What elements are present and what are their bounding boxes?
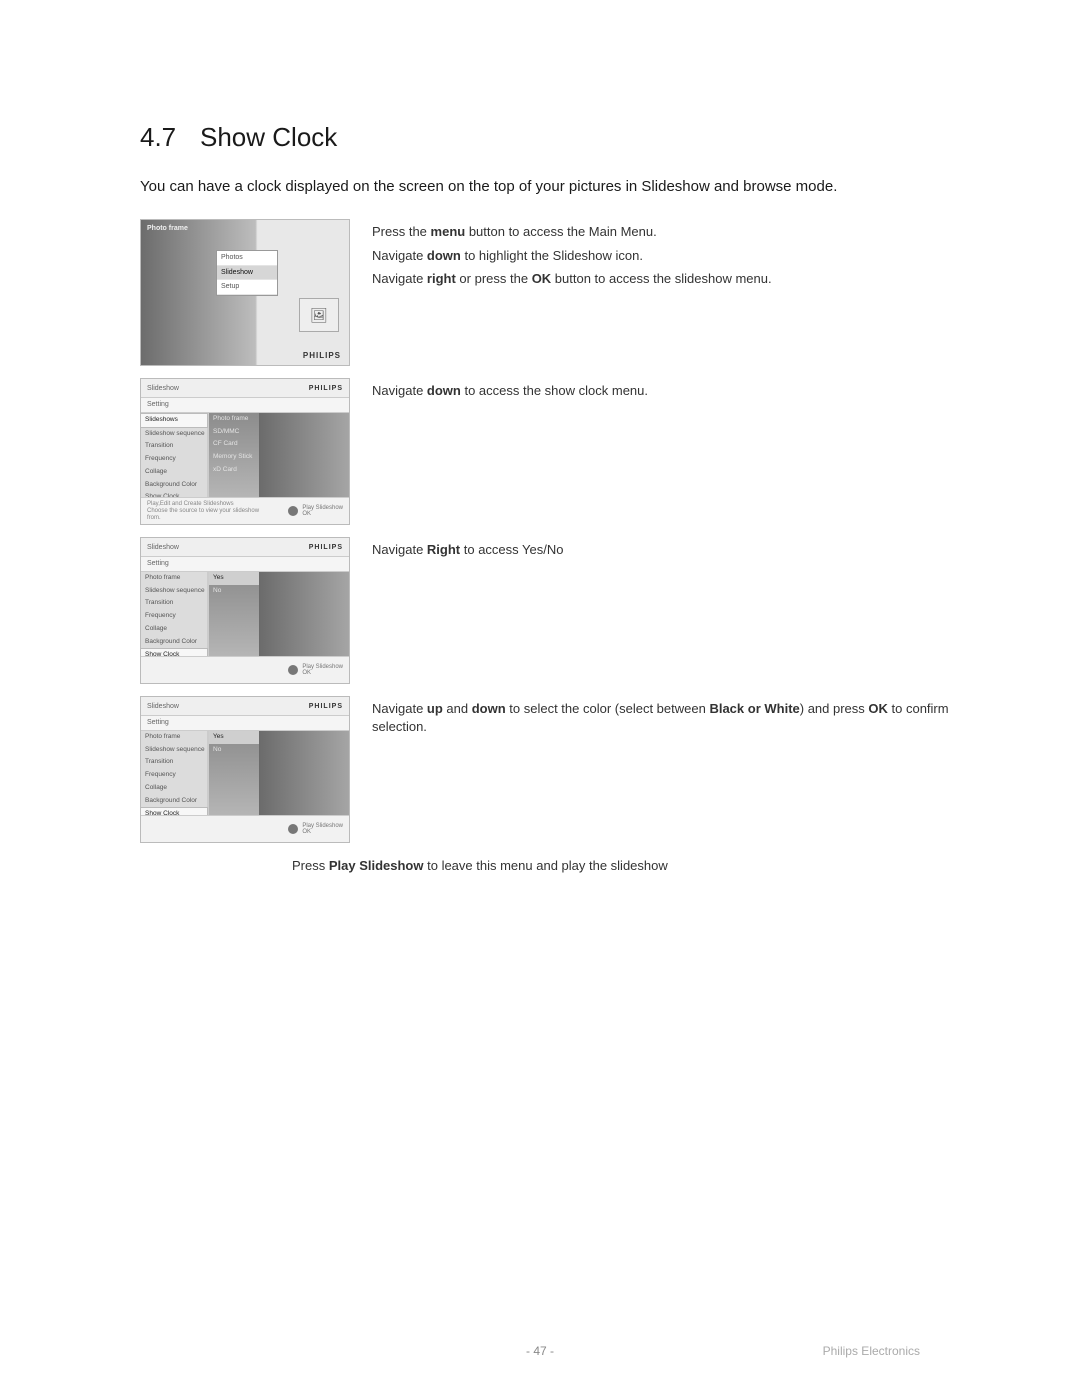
list-item: Photo frame [141,572,207,585]
left-list: Photo frame Slideshow sequence Transitio… [141,572,209,657]
ok-icon [288,824,298,834]
section-title: Show Clock [200,122,337,152]
step-block-4: SlideshowPHILIPS Setting Photo frame Sli… [140,696,980,843]
philips-logo: PHILIPS [303,351,341,362]
list-item: Yes [209,731,259,744]
list-item: Background Color [141,795,207,808]
list-item: Slideshows [140,413,208,428]
manual-page: 4.7Show Clock You can have a clock displ… [0,0,1080,1397]
list-item: Photo frame [209,413,259,426]
step-text-4: Navigate up and down to select the color… [372,696,980,741]
list-item: SD/MMC [209,426,259,439]
menu-item-slideshow: Slideshow [217,266,277,280]
page-footer: - 47 - Philips Electronics [0,1343,1080,1359]
step-block-1: Photo frame Photos Slideshow Setup 🖼 PHI… [140,219,980,366]
list-item: Slideshow sequence [141,744,207,757]
step-text-3: Navigate Right to access Yes/No [372,537,980,565]
step-text-2: Navigate down to access the show clock m… [372,378,980,406]
step-block-3: SlideshowPHILIPS Setting Photo frame Sli… [140,537,980,684]
list-item: Memory Stick [209,451,259,464]
mid-list: Photo frame SD/MMC CF Card Memory Stick … [209,413,259,498]
list-item: Collage [141,782,207,795]
list-item: Frequency [141,610,207,623]
menu-item-photos: Photos [217,251,277,265]
picture-icon: 🖼 [310,306,328,325]
thumb-header: Photo frame [147,224,188,233]
intro-paragraph: You can have a clock displayed on the sc… [140,177,900,197]
preview-icon: 🖼 [299,298,339,332]
mid-list: Yes No [209,731,259,816]
list-item: xD Card [209,464,259,477]
ok-icon [288,506,298,516]
thumbnail-slideshows: SlideshowPHILIPS Setting Slideshows Slid… [140,378,350,525]
list-item: Collage [141,623,207,636]
list-item: Slideshow sequence [141,428,207,441]
list-item: Yes [209,572,259,585]
list-item: No [209,744,259,757]
section-number: 4.7 [140,120,200,155]
list-item: CF Card [209,438,259,451]
thumbnail-yesno: SlideshowPHILIPS Setting Photo frame Sli… [140,537,350,684]
list-item: Background Color [141,636,207,649]
list-item: Slideshow sequence [141,585,207,598]
list-item: Frequency [141,769,207,782]
step-text-1: Press the menu button to access the Main… [372,219,980,294]
thumbnail-color: SlideshowPHILIPS Setting Photo frame Sli… [140,696,350,843]
list-item: Frequency [141,453,207,466]
footer-brand: Philips Electronics [823,1343,920,1359]
main-menu-panel: Photos Slideshow Setup [216,250,278,295]
list-item: Photo frame [141,731,207,744]
list-item: Transition [141,440,207,453]
step-block-2: SlideshowPHILIPS Setting Slideshows Slid… [140,378,980,525]
ok-icon [288,665,298,675]
list-item: Background Color [141,479,207,492]
list-item: Transition [141,756,207,769]
thumbnail-main-menu: Photo frame Photos Slideshow Setup 🖼 PHI… [140,219,350,366]
left-list: Slideshows Slideshow sequence Transition… [141,413,209,498]
section-heading: 4.7Show Clock [140,120,980,155]
list-item: No [209,585,259,598]
left-list: Photo frame Slideshow sequence Transitio… [141,731,209,816]
menu-item-setup: Setup [217,280,277,294]
mid-list: Yes No [209,572,259,657]
list-item: Transition [141,597,207,610]
press-play-note: Press Play Slideshow to leave this menu … [292,857,980,875]
list-item: Collage [141,466,207,479]
